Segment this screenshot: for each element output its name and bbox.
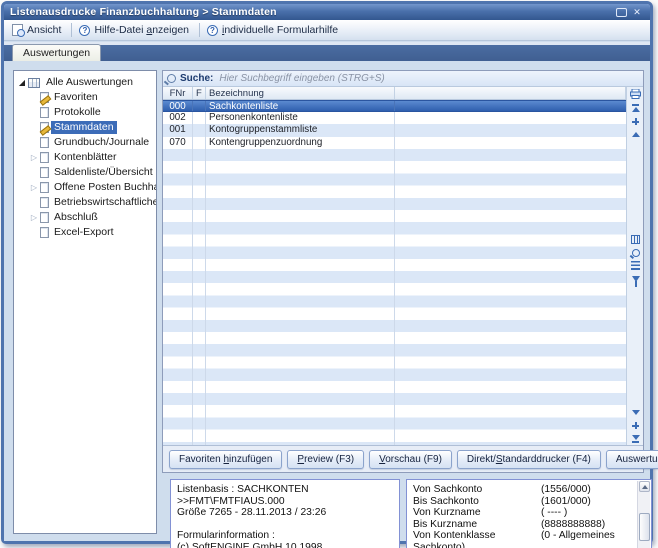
tree-item-excel-export[interactable]: Excel-Export bbox=[16, 225, 154, 240]
content-area: ◢ Alle Auswertungen Favoriten Protokolle… bbox=[4, 61, 650, 541]
application-window: Listenausdrucke Finanzbuchhaltung > Stam… bbox=[1, 1, 653, 544]
report-folder-icon bbox=[28, 78, 40, 88]
zoom-icon[interactable] bbox=[629, 247, 642, 258]
column-header-fnr[interactable]: FNr bbox=[163, 87, 193, 99]
page-icon bbox=[40, 107, 49, 118]
parameter-info-panel: Von Sachkonto(1556/000) Bis Sachkonto(16… bbox=[406, 479, 652, 548]
restore-icon[interactable] bbox=[616, 8, 627, 17]
collapsed-arrow-icon[interactable]: ▷ bbox=[28, 183, 40, 192]
first-record-icon[interactable] bbox=[629, 103, 642, 114]
param-line: Von Kurzname( ---- ) bbox=[413, 507, 635, 519]
column-header-f[interactable]: F bbox=[193, 87, 206, 99]
table-row[interactable]: 070 Kontengruppenzuordnung bbox=[163, 137, 626, 149]
page-icon bbox=[40, 152, 49, 163]
page-pencil-icon bbox=[40, 92, 49, 103]
sort-icon[interactable] bbox=[629, 260, 642, 271]
page-icon bbox=[40, 212, 49, 223]
page-icon bbox=[40, 137, 49, 148]
page-icon bbox=[40, 167, 49, 178]
vorschau-button[interactable]: Vorschau (F9) bbox=[369, 450, 452, 469]
info-line: Listenbasis : SACHKONTEN bbox=[177, 484, 393, 496]
page-pencil-icon bbox=[40, 122, 49, 133]
report-list-panel: Suche: FNr F Bezeichnung 000 Sachkontenl… bbox=[162, 70, 644, 473]
column-header-empty[interactable] bbox=[395, 87, 626, 99]
auswertung-drucken-button[interactable]: Auswertung drucken bbox=[606, 450, 658, 469]
formularhilfe-label: individuelle Formularhilfe bbox=[222, 24, 338, 36]
document-magnifier-icon bbox=[12, 24, 23, 36]
info-line bbox=[177, 519, 393, 531]
filter-icon[interactable] bbox=[629, 273, 642, 284]
table-row[interactable]: 001 Kontogruppenstammliste bbox=[163, 124, 626, 136]
next-record-icon[interactable] bbox=[629, 407, 642, 418]
table-row[interactable]: 002 Personenkontenliste bbox=[163, 112, 626, 124]
title-bar: Listenausdrucke Finanzbuchhaltung > Stam… bbox=[4, 4, 650, 20]
add-record-icon[interactable] bbox=[629, 420, 642, 431]
table-header: FNr F Bezeichnung bbox=[163, 87, 626, 100]
report-table: FNr F Bezeichnung 000 Sachkontenliste 00… bbox=[163, 87, 626, 445]
info-scrollbar[interactable] bbox=[637, 481, 650, 548]
ansicht-button[interactable]: Ansicht bbox=[8, 23, 68, 37]
insert-record-icon[interactable] bbox=[629, 116, 642, 127]
toolbar-separator bbox=[71, 23, 72, 37]
param-line: Von Kontenklasse(0 - Allgemeines bbox=[413, 530, 635, 542]
help-icon: ? bbox=[207, 25, 218, 36]
page-icon bbox=[40, 182, 49, 193]
tree-item-stammdaten[interactable]: Stammdaten bbox=[16, 120, 154, 135]
param-line: Von Sachkonto(1556/000) bbox=[413, 484, 635, 496]
table-sidebar bbox=[626, 87, 643, 445]
toolbar-separator bbox=[199, 23, 200, 37]
collapsed-arrow-icon[interactable]: ▷ bbox=[28, 153, 40, 162]
close-icon[interactable]: ✕ bbox=[630, 6, 644, 18]
main-toolbar: Ansicht ? Hilfe-Datei anzeigen ? individ… bbox=[4, 20, 650, 41]
favoriten-hinzufuegen-button[interactable]: Favoriten hinzufügen bbox=[169, 450, 282, 469]
info-line: (c) SoftENGINE GmbH 10.1998 bbox=[177, 542, 393, 548]
param-line: Bis Sachkonto(1601/000) bbox=[413, 496, 635, 508]
search-input[interactable] bbox=[217, 72, 639, 85]
hilfe-datei-button[interactable]: ? Hilfe-Datei anzeigen bbox=[75, 23, 196, 37]
search-label: Suche: bbox=[180, 73, 213, 84]
action-button-bar: Favoriten hinzufügen Preview (F3) Vorsch… bbox=[163, 445, 643, 472]
print-icon[interactable] bbox=[629, 88, 642, 99]
tree-root-alle-auswertungen[interactable]: ◢ Alle Auswertungen bbox=[16, 75, 154, 90]
tree-item-abschluss[interactable]: ▷ Abschluß bbox=[16, 210, 154, 225]
search-icon bbox=[167, 74, 176, 83]
evaluations-tree: ◢ Alle Auswertungen Favoriten Protokolle… bbox=[13, 70, 157, 534]
table-row[interactable]: 000 Sachkontenliste bbox=[163, 100, 626, 112]
tree-item-grundbuch-journale[interactable]: Grundbuch/Journale bbox=[16, 135, 154, 150]
columns-icon[interactable] bbox=[629, 234, 642, 245]
tree-item-offene-posten[interactable]: ▷ Offene Posten Buchhaltung bbox=[16, 180, 154, 195]
tree-item-saldenliste[interactable]: Saldenliste/Übersicht bbox=[16, 165, 154, 180]
hilfe-datei-label: Hilfe-Datei anzeigen bbox=[94, 24, 189, 36]
scroll-up-icon[interactable] bbox=[639, 481, 650, 492]
tree-item-favoriten[interactable]: Favoriten bbox=[16, 90, 154, 105]
empty-rows-area bbox=[163, 149, 626, 445]
window-title: Listenausdrucke Finanzbuchhaltung > Stam… bbox=[10, 6, 613, 18]
tab-strip: Auswertungen bbox=[4, 42, 650, 61]
param-line: Bis Kurzname(8888888888) bbox=[413, 519, 635, 531]
search-bar: Suche: bbox=[163, 71, 643, 87]
ansicht-label: Ansicht bbox=[27, 24, 61, 36]
tree-item-kontenblaetter[interactable]: ▷ Kontenblätter bbox=[16, 150, 154, 165]
help-icon: ? bbox=[79, 25, 90, 36]
tab-auswertungen[interactable]: Auswertungen bbox=[12, 44, 101, 61]
last-record-icon[interactable] bbox=[629, 433, 642, 444]
param-line: Sachkonto) bbox=[413, 542, 635, 548]
info-line: Formularinformation : bbox=[177, 530, 393, 542]
list-info-panel: Listenbasis : SACHKONTEN >>FMT\FMTFIAUS.… bbox=[170, 479, 400, 548]
scrollbar-thumb[interactable] bbox=[639, 513, 650, 541]
preview-button[interactable]: Preview (F3) bbox=[287, 450, 364, 469]
tree-item-betriebswirtschaftliche[interactable]: Betriebswirtschaftliche Auswertungen bbox=[16, 195, 154, 210]
prev-record-icon[interactable] bbox=[629, 129, 642, 140]
column-header-bezeichnung[interactable]: Bezeichnung bbox=[206, 87, 395, 99]
tree-item-protokolle[interactable]: Protokolle bbox=[16, 105, 154, 120]
formularhilfe-button[interactable]: ? individuelle Formularhilfe bbox=[203, 23, 345, 37]
page-icon bbox=[40, 197, 49, 208]
direkt-standarddrucker-button[interactable]: Direkt/Standarddrucker (F4) bbox=[457, 450, 601, 469]
info-line: >>FMT\FMTFIAUS.000 bbox=[177, 496, 393, 508]
screenshot-stage: Listenausdrucke Finanzbuchhaltung > Stam… bbox=[0, 0, 658, 548]
info-line: Größe 7265 - 28.11.2013 / 23:26 bbox=[177, 507, 393, 519]
page-icon bbox=[40, 227, 49, 238]
expanded-arrow-icon[interactable]: ◢ bbox=[16, 78, 28, 87]
collapsed-arrow-icon[interactable]: ▷ bbox=[28, 213, 40, 222]
